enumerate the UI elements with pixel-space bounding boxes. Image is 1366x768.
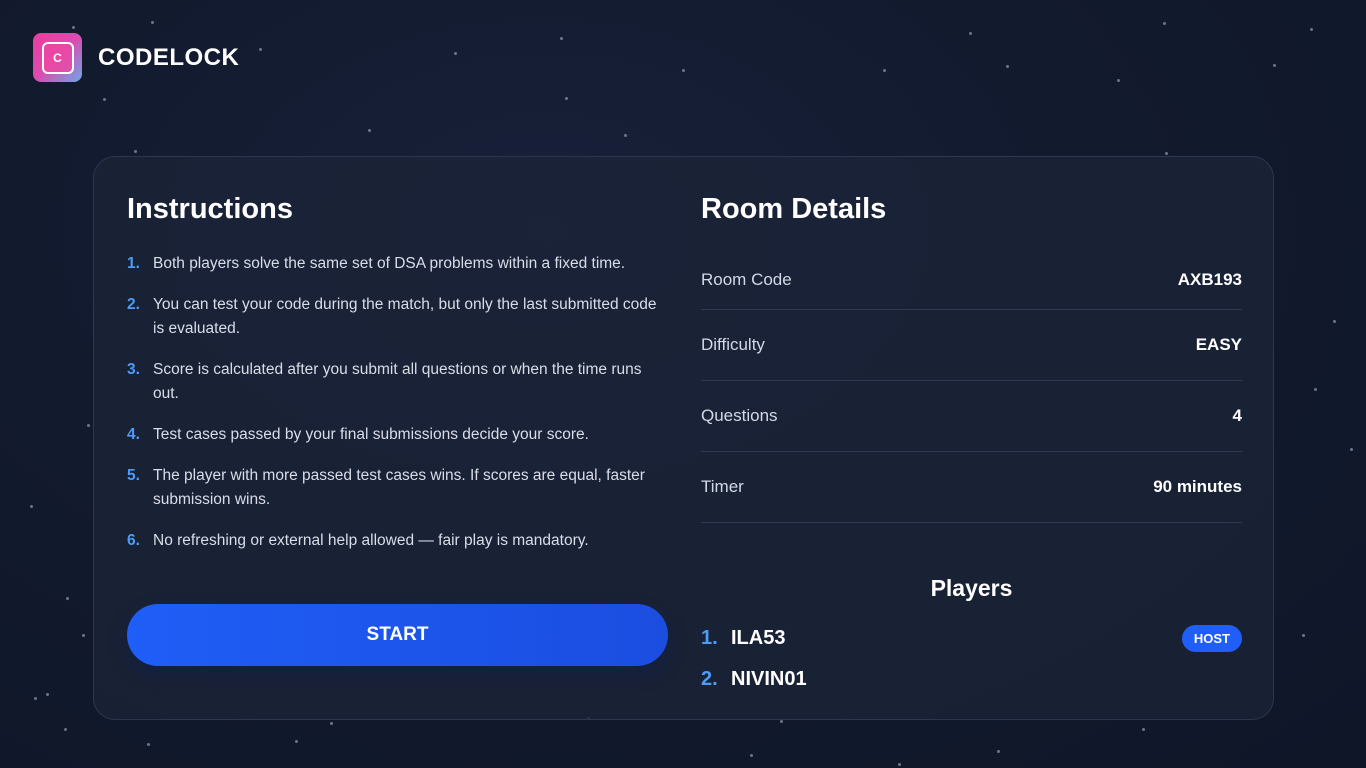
- item-number: 5.: [127, 467, 140, 484]
- player-row: 2. NIVIN01: [701, 659, 1242, 700]
- start-button[interactable]: START: [127, 604, 668, 666]
- host-badge: HOST: [1181, 625, 1242, 652]
- player-name: NIVIN01: [731, 668, 807, 690]
- item-text: You can test your code during the match,…: [153, 296, 657, 337]
- difficulty-value: EASY: [1195, 335, 1242, 354]
- detail-row-timer: Timer 90 minutes: [701, 452, 1242, 523]
- app-title: CODELOCK: [98, 43, 240, 71]
- players-list: 1. ILA53 HOST 2. NIVIN01: [701, 618, 1242, 700]
- item-number: 3.: [127, 361, 140, 378]
- player-name: ILA53: [731, 627, 786, 649]
- instructions-panel: Instructions 1. Both players solve the sa…: [127, 193, 668, 666]
- room-details-panel: Room Details Room Code AXB193 Difficulty…: [701, 193, 1242, 700]
- list-item: 5. The player with more passed test cases…: [127, 464, 668, 512]
- player-number: 2.: [701, 668, 718, 690]
- item-text: No refreshing or external help allowed —…: [153, 532, 589, 549]
- detail-row-room-code: Room Code AXB193: [701, 250, 1242, 310]
- room-code-value: AXB193: [1177, 269, 1242, 289]
- detail-label: Questions: [701, 406, 778, 425]
- room-details-list: Room Code AXB193 Difficulty EASY Questio…: [701, 250, 1242, 523]
- lobby-card: Instructions 1. Both players solve the sa…: [93, 156, 1274, 720]
- list-item: 2. You can test your code during the matc…: [127, 293, 668, 341]
- list-item: 6. No refreshing or external help allowed…: [127, 529, 668, 553]
- detail-label: Difficulty: [701, 335, 765, 354]
- questions-value: 4: [1232, 406, 1242, 425]
- detail-row-questions: Questions 4: [701, 381, 1242, 452]
- codelock-logo-icon: C: [33, 33, 82, 82]
- item-number: 1.: [127, 255, 140, 272]
- timer-value: 90 minutes: [1153, 477, 1242, 496]
- detail-label: Timer: [701, 477, 744, 496]
- player-row: 1. ILA53 HOST: [701, 618, 1242, 659]
- item-text: Test cases passed by your final submissi…: [153, 426, 589, 443]
- list-item: 4. Test cases passed by your final submis…: [127, 423, 668, 447]
- player-number: 1.: [701, 627, 718, 649]
- item-text: The player with more passed test cases w…: [153, 467, 645, 508]
- detail-label: Room Code: [701, 269, 792, 289]
- instructions-title: Instructions: [127, 193, 293, 225]
- detail-row-difficulty: Difficulty EASY: [701, 310, 1242, 381]
- players-title: Players: [930, 575, 1013, 601]
- list-item: 3. Score is calculated after you submit a…: [127, 358, 668, 406]
- item-number: 2.: [127, 296, 140, 313]
- logo-letter: C: [41, 41, 74, 74]
- item-number: 4.: [127, 426, 140, 443]
- list-item: 1. Both players solve the same set of DSA…: [127, 252, 668, 276]
- item-text: Score is calculated after you submit all…: [153, 361, 642, 402]
- item-text: Both players solve the same set of DSA p…: [153, 255, 626, 272]
- instructions-list: 1. Both players solve the same set of DSA…: [127, 252, 668, 553]
- room-details-title: Room Details: [701, 193, 887, 225]
- brand[interactable]: C CODELOCK: [33, 33, 239, 82]
- item-number: 6.: [127, 532, 140, 549]
